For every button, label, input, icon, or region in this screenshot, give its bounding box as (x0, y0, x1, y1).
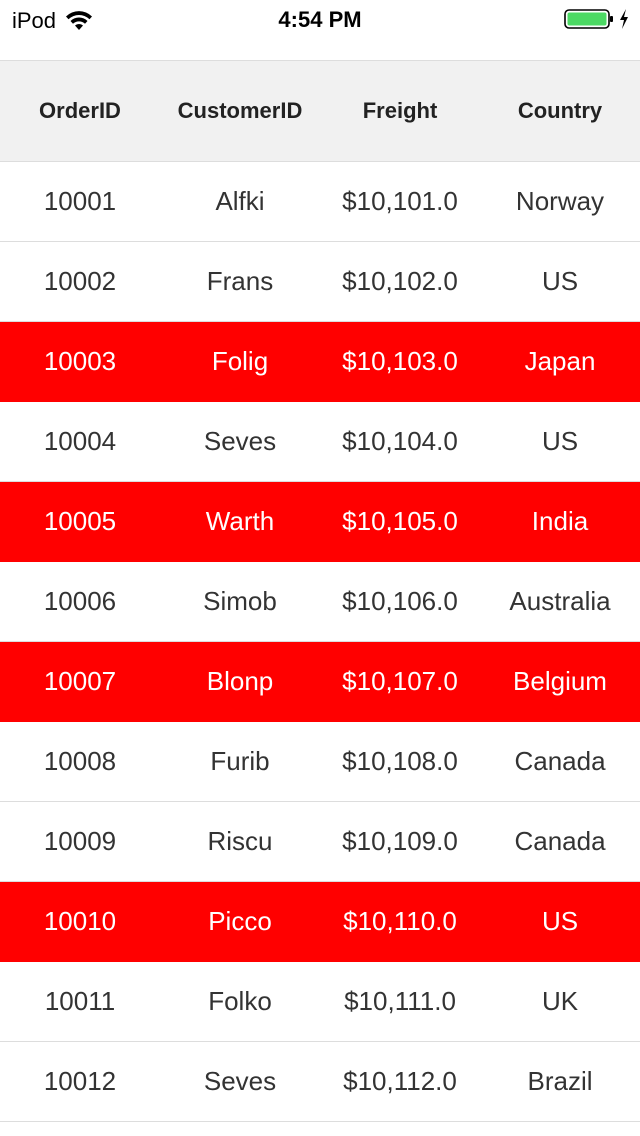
table-row[interactable]: 10005 Warth $10,105.0 India (0, 482, 640, 562)
table-row[interactable]: 10001 Alfki $10,101.0 Norway (0, 162, 640, 242)
cell-order-id: 10002 (43, 266, 117, 296)
cell-order-id: 10003 (43, 346, 117, 376)
table-row[interactable]: 10002 Frans $10,102.0 US (0, 242, 640, 322)
grid-body: 10001 Alfki $10,101.0 Norway 10002 Frans $10,1… (0, 162, 640, 1122)
cell-customer-id: Simob (203, 586, 277, 616)
cell-order-id: 10012 (43, 1066, 117, 1096)
cell-customer-id: Picco (208, 906, 272, 936)
table-row[interactable]: 10012 Seves $10,112.0 Brazil (0, 1042, 640, 1122)
header-customer-id[interactable]: CustomerID (160, 61, 320, 161)
cell-freight: $10,102.0 (342, 266, 458, 296)
cell-country: Japan (524, 346, 596, 376)
cell-country: US (541, 426, 579, 456)
cell-customer-id: Folko (208, 986, 272, 1016)
status-battery-group (564, 8, 630, 30)
cell-order-id: 10007 (43, 666, 117, 696)
table-row[interactable]: 10009 Riscu $10,109.0 Canada (0, 802, 640, 882)
cell-order-id: 10009 (43, 826, 117, 856)
cell-freight: $10,105.0 (342, 506, 458, 536)
status-bar: iPod 4:54 PM (0, 0, 640, 60)
table-row[interactable]: 10010 Picco $10,110.0 US (0, 882, 640, 962)
cell-order-id: 10005 (43, 506, 117, 536)
cell-freight: $10,111.0 (344, 986, 456, 1016)
cell-order-id: 10010 (43, 906, 117, 936)
cell-customer-id: Riscu (207, 826, 273, 856)
orders-grid: OrderID CustomerID Freight Country 10001… (0, 60, 640, 1122)
cell-customer-id: Seves (203, 426, 277, 456)
cell-order-id: 10006 (43, 586, 117, 616)
cell-customer-id: Alfki (215, 186, 265, 216)
cell-country: Canada (514, 746, 606, 776)
grid-header-row: OrderID CustomerID Freight Country (0, 60, 640, 162)
cell-freight: $10,104.0 (342, 426, 458, 456)
cell-customer-id: Furib (210, 746, 270, 776)
cell-order-id: 10008 (43, 746, 117, 776)
cell-freight: $10,101.0 (342, 186, 458, 216)
cell-country: UK (541, 986, 579, 1016)
header-order-id[interactable]: OrderID (0, 61, 160, 161)
cell-country: Australia (509, 586, 611, 616)
cell-freight: $10,112.0 (343, 1066, 457, 1096)
table-row[interactable]: 10003 Folig $10,103.0 Japan (0, 322, 640, 402)
battery-icon (564, 9, 613, 29)
table-row[interactable]: 10004 Seves $10,104.0 US (0, 402, 640, 482)
table-row[interactable]: 10011 Folko $10,111.0 UK (0, 962, 640, 1042)
header-country[interactable]: Country (480, 61, 640, 161)
cell-order-id: 10004 (43, 426, 117, 456)
table-row[interactable]: 10006 Simob $10,106.0 Australia (0, 562, 640, 642)
table-row[interactable]: 10008 Furib $10,108.0 Canada (0, 722, 640, 802)
cell-country: Belgium (513, 666, 607, 696)
cell-customer-id: Warth (205, 506, 275, 536)
cell-freight: $10,110.0 (343, 906, 457, 936)
cell-country: India (531, 506, 589, 536)
cell-freight: $10,106.0 (342, 586, 458, 616)
cell-customer-id: Folig (211, 346, 269, 376)
charging-bolt-icon (620, 9, 628, 29)
cell-freight: $10,107.0 (342, 666, 458, 696)
cell-country: Brazil (527, 1066, 593, 1096)
cell-freight: $10,103.0 (342, 346, 458, 376)
header-freight[interactable]: Freight (320, 61, 480, 161)
cell-customer-id: Blonp (206, 666, 274, 696)
cell-freight: $10,109.0 (342, 826, 458, 856)
table-row[interactable]: 10007 Blonp $10,107.0 Belgium (0, 642, 640, 722)
cell-customer-id: Frans (206, 266, 274, 296)
cell-freight: $10,108.0 (342, 746, 458, 776)
cell-country: US (541, 266, 579, 296)
cell-order-id: 10011 (44, 986, 116, 1016)
cell-country: US (541, 906, 579, 936)
cell-country: Norway (515, 186, 605, 216)
cell-customer-id: Seves (203, 1066, 277, 1096)
cell-order-id: 10001 (43, 186, 117, 216)
cell-country: Canada (514, 826, 606, 856)
status-time: 4:54 PM (278, 7, 362, 32)
